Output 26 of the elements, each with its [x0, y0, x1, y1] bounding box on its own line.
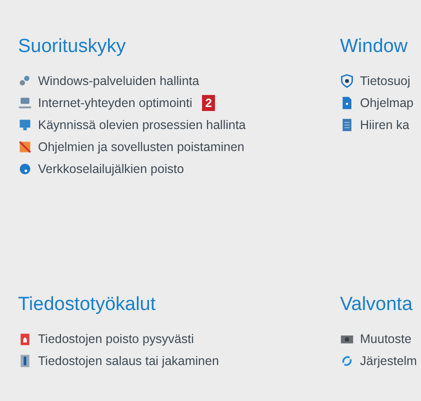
tool-link[interactable]: Ohjelmap	[360, 96, 414, 110]
tool-link[interactable]: Muutoste	[360, 332, 412, 346]
file-icon	[340, 118, 354, 132]
tool-link[interactable]: Tiedostojen poisto pysyvästi	[38, 332, 194, 346]
number-badge: 2	[202, 95, 215, 111]
section-title: Valvonta	[340, 293, 414, 317]
trash-icon	[18, 332, 32, 346]
section-title: Suorituskyky	[18, 35, 127, 59]
tool-link[interactable]: Windows-palveluiden hallinta	[38, 74, 200, 88]
tool-link[interactable]: Käynnissä olevien prosessien hallinta	[38, 118, 246, 132]
tool-link[interactable]: Ohjelmien ja sovellusten poistaminen	[38, 140, 244, 154]
box-icon	[18, 140, 32, 154]
monitor-icon	[18, 118, 32, 132]
document-icon	[340, 96, 354, 110]
tool-link[interactable]: Internet-yhteyden optimointi	[38, 96, 192, 110]
section-title: Tiedostotyökalut	[18, 293, 157, 317]
tool-link[interactable]: Verkkoselailujälkien poisto	[38, 162, 184, 176]
sync-icon	[340, 354, 354, 368]
computer-icon	[18, 96, 32, 110]
tool-link[interactable]: Tiedostojen salaus tai jakaminen	[38, 354, 219, 368]
globe-icon	[18, 162, 32, 176]
tool-link[interactable]: Hiiren ka	[360, 118, 410, 132]
section-title: Window	[340, 35, 409, 59]
tool-link[interactable]: Tietosuoj	[360, 74, 410, 88]
shield-icon	[340, 74, 354, 88]
tool-link[interactable]: Järjestelm	[360, 354, 417, 368]
